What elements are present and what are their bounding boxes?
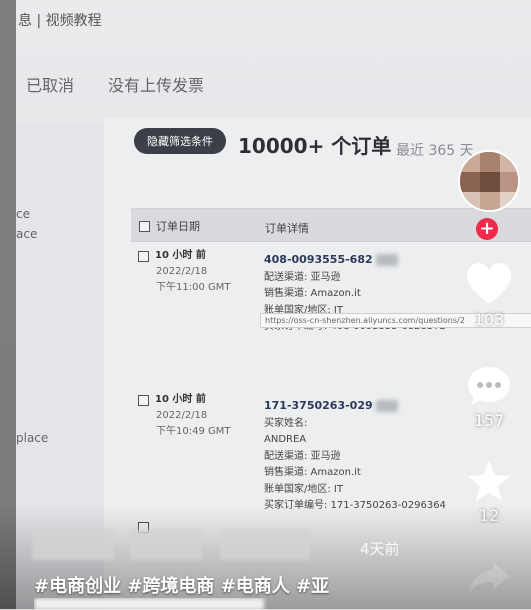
avatar-pixel bbox=[480, 172, 500, 192]
detail-line: 销售渠道: Amazon.it bbox=[264, 288, 361, 299]
order-count: 10000+ 个订单 bbox=[238, 134, 392, 158]
detail-line: 账单国家/地区: IT bbox=[264, 483, 343, 495]
caption-second-line bbox=[34, 598, 334, 610]
comment-icon bbox=[468, 367, 510, 405]
hide-filters-button[interactable]: 隐藏筛选条件 bbox=[134, 128, 226, 154]
post-age: 4天前 bbox=[360, 540, 400, 558]
blurred-overlay bbox=[220, 530, 310, 560]
avatar-pixel bbox=[500, 152, 518, 172]
order-number-link[interactable]: 171-3750263-029 bbox=[264, 399, 373, 412]
redacted-block bbox=[375, 254, 398, 266]
avatar-pixel bbox=[460, 172, 480, 192]
row-time: 下午11:00 GMT bbox=[156, 282, 231, 293]
follow-button[interactable]: + bbox=[476, 218, 498, 240]
breadcrumb: 息 | 视频教程 bbox=[18, 13, 102, 29]
column-order-details: 订单详情 bbox=[265, 222, 309, 235]
blurred-overlay bbox=[32, 530, 114, 560]
comment-button[interactable]: 157 bbox=[462, 365, 516, 430]
like-count: 103 bbox=[473, 310, 505, 329]
row-date: 2022/2/18 bbox=[156, 266, 208, 277]
row-checkbox[interactable] bbox=[138, 394, 149, 406]
tab-no-invoice[interactable]: 没有上传发票 bbox=[108, 72, 204, 96]
row-time: 下午10:49 GMT bbox=[156, 426, 231, 437]
avatar-pixel bbox=[500, 192, 518, 210]
detail-line: 买家姓名: bbox=[264, 417, 308, 429]
table-header: 订单日期 订单详情 bbox=[131, 208, 531, 242]
tab-cancelled[interactable]: 已取消 bbox=[26, 72, 74, 96]
row-details: 171-3750263-029 买家姓名: ANDREA 配送渠道: 亚马逊 销… bbox=[264, 398, 446, 515]
detail-line: ANDREA bbox=[264, 434, 307, 445]
creator-avatar[interactable] bbox=[458, 150, 520, 212]
avatar-pixel bbox=[500, 172, 518, 192]
detail-line: 配送渠道: 亚马逊 bbox=[264, 271, 341, 283]
row-checkbox[interactable] bbox=[138, 250, 149, 262]
order-tabs: 已取消 没有上传发票 bbox=[26, 72, 204, 96]
comment-count: 157 bbox=[473, 411, 505, 430]
avatar-pixel bbox=[460, 152, 480, 172]
detail-line: 配送渠道: 亚马逊 bbox=[264, 450, 341, 462]
avatar-pixel bbox=[480, 192, 500, 210]
avatar-pixel bbox=[480, 152, 500, 172]
blurred-overlay bbox=[130, 530, 202, 560]
row-date: 2022/2/18 bbox=[156, 410, 208, 421]
like-button[interactable]: 103 bbox=[462, 262, 516, 329]
star-icon bbox=[468, 461, 510, 501]
hashtag-caption[interactable]: #电商创业 #跨境电商 #电商人 #亚 bbox=[34, 572, 329, 598]
redacted-block bbox=[375, 400, 398, 412]
table-row: 10 小时 前 2022/2/18 下午11:00 GMT bbox=[138, 248, 230, 296]
avatar-pixel bbox=[460, 192, 480, 210]
row-time-ago: 10 小时 前 bbox=[155, 394, 206, 405]
detail-line: 销售渠道: Amazon.it bbox=[264, 467, 361, 478]
table-row: 10 小时 前 2022/2/18 下午10:49 GMT bbox=[138, 392, 230, 440]
sidebar-item[interactable]: ce bbox=[16, 207, 30, 221]
sidebar-item[interactable]: ace bbox=[16, 227, 37, 241]
select-all-checkbox[interactable] bbox=[139, 220, 150, 232]
sidebar-item[interactable]: place bbox=[16, 431, 48, 445]
heart-icon bbox=[467, 263, 511, 304]
row-time-ago: 10 小时 前 bbox=[155, 250, 206, 261]
order-number-link[interactable]: 408-0093555-682 bbox=[264, 253, 373, 266]
column-order-date[interactable]: 订单日期 bbox=[156, 218, 200, 234]
